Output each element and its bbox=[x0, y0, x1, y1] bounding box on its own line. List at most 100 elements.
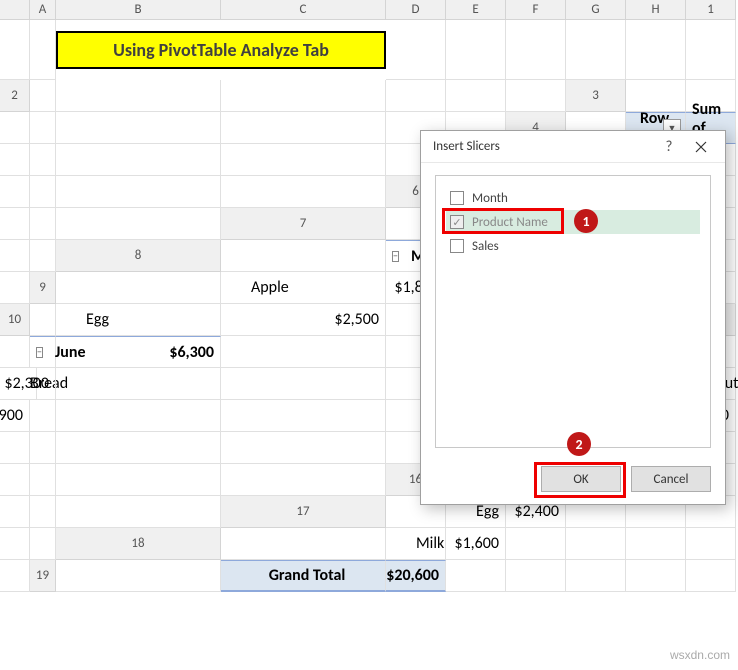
cell[interactable] bbox=[0, 496, 30, 528]
cell[interactable] bbox=[56, 80, 221, 112]
cell[interactable] bbox=[446, 20, 506, 80]
cell[interactable] bbox=[506, 80, 566, 112]
cell[interactable] bbox=[30, 112, 56, 144]
pivot-value[interactable]: $1,900 bbox=[0, 400, 30, 432]
pivot-item[interactable]: Egg bbox=[56, 304, 221, 336]
cell[interactable] bbox=[221, 336, 386, 368]
cell[interactable] bbox=[221, 368, 386, 400]
cell[interactable] bbox=[566, 20, 626, 80]
cell[interactable] bbox=[56, 560, 221, 592]
cell[interactable] bbox=[0, 112, 30, 144]
cell[interactable] bbox=[386, 20, 446, 80]
cell[interactable] bbox=[626, 528, 686, 560]
checkbox-icon[interactable] bbox=[450, 191, 464, 205]
col-header-A[interactable]: A bbox=[30, 0, 56, 20]
cell[interactable] bbox=[56, 272, 221, 304]
row-header[interactable]: 10 bbox=[0, 304, 30, 336]
cell[interactable] bbox=[56, 176, 221, 208]
slicer-option-sales[interactable]: Sales bbox=[446, 234, 700, 258]
corner-cell[interactable] bbox=[0, 0, 30, 20]
cell[interactable] bbox=[506, 560, 566, 592]
cell[interactable] bbox=[56, 112, 221, 144]
pivot-item[interactable]: Apple bbox=[221, 272, 386, 304]
cell[interactable] bbox=[221, 240, 386, 272]
row-header[interactable]: 18 bbox=[56, 528, 221, 560]
pivot-value[interactable]: $2,500 bbox=[221, 304, 386, 336]
cell[interactable] bbox=[56, 432, 221, 464]
cell[interactable] bbox=[221, 112, 386, 144]
cell[interactable] bbox=[0, 176, 30, 208]
row-header[interactable]: 19 bbox=[30, 560, 56, 592]
cell[interactable] bbox=[221, 400, 386, 432]
cell[interactable] bbox=[221, 528, 386, 560]
col-header-H[interactable]: H bbox=[626, 0, 686, 20]
pivot-item[interactable]: Milk bbox=[386, 528, 446, 560]
cell[interactable] bbox=[626, 560, 686, 592]
cell[interactable] bbox=[386, 80, 446, 112]
title-cell[interactable]: Using PivotTable Analyze Tab bbox=[56, 20, 386, 80]
cell[interactable] bbox=[30, 20, 56, 80]
cancel-button[interactable]: Cancel bbox=[631, 466, 711, 492]
collapse-icon[interactable]: − bbox=[392, 251, 399, 262]
cell[interactable] bbox=[0, 432, 30, 464]
cell[interactable] bbox=[56, 208, 221, 240]
col-header-F[interactable]: F bbox=[506, 0, 566, 20]
collapse-icon[interactable]: − bbox=[36, 347, 43, 358]
cell[interactable] bbox=[566, 560, 626, 592]
pivot-value[interactable]: $2,300 bbox=[30, 368, 56, 400]
cell[interactable] bbox=[686, 560, 736, 592]
row-header[interactable]: 17 bbox=[221, 496, 386, 528]
cell[interactable] bbox=[56, 464, 221, 496]
grand-total-label[interactable]: Grand Total bbox=[221, 560, 386, 592]
cell[interactable] bbox=[30, 240, 56, 272]
cell[interactable] bbox=[30, 304, 56, 336]
cell[interactable] bbox=[0, 144, 30, 176]
cell[interactable] bbox=[30, 144, 56, 176]
cell[interactable] bbox=[30, 400, 56, 432]
cell[interactable] bbox=[686, 528, 736, 560]
cell[interactable] bbox=[506, 20, 566, 80]
checkbox-icon[interactable]: ✓ bbox=[450, 215, 464, 229]
cell[interactable] bbox=[56, 144, 221, 176]
cell[interactable] bbox=[30, 464, 56, 496]
cell[interactable] bbox=[221, 464, 386, 496]
help-button[interactable]: ? bbox=[653, 133, 685, 161]
cell[interactable] bbox=[506, 528, 566, 560]
cell[interactable] bbox=[30, 80, 56, 112]
grand-total-value[interactable]: $20,600 bbox=[386, 560, 446, 592]
row-header[interactable]: 1 bbox=[686, 0, 736, 20]
pivot-value[interactable]: $1,600 bbox=[446, 528, 506, 560]
col-header-E[interactable]: E bbox=[446, 0, 506, 20]
cell[interactable] bbox=[56, 496, 221, 528]
col-header-B[interactable]: B bbox=[56, 0, 221, 20]
cell[interactable] bbox=[0, 528, 30, 560]
cell[interactable] bbox=[221, 80, 386, 112]
row-header[interactable]: 7 bbox=[221, 208, 386, 240]
col-header-D[interactable]: D bbox=[386, 0, 446, 20]
cell[interactable] bbox=[30, 528, 56, 560]
cell[interactable] bbox=[626, 80, 686, 112]
cell[interactable] bbox=[221, 176, 386, 208]
ok-button[interactable]: OK bbox=[541, 466, 621, 492]
cell[interactable] bbox=[0, 20, 30, 80]
pivot-group-june[interactable]: − June bbox=[30, 336, 56, 368]
cell[interactable] bbox=[0, 240, 30, 272]
cell[interactable] bbox=[0, 336, 30, 368]
cell[interactable] bbox=[221, 432, 386, 464]
row-header[interactable]: 9 bbox=[30, 272, 56, 304]
cell[interactable] bbox=[446, 560, 506, 592]
cell[interactable] bbox=[30, 496, 56, 528]
slicer-option-month[interactable]: Month bbox=[446, 186, 700, 210]
close-button[interactable] bbox=[685, 133, 717, 161]
cell[interactable] bbox=[0, 272, 30, 304]
pivot-group-total[interactable]: $6,300 bbox=[56, 336, 221, 368]
cell[interactable] bbox=[56, 400, 221, 432]
row-header[interactable]: 8 bbox=[56, 240, 221, 272]
cell[interactable] bbox=[626, 20, 686, 80]
slicer-option-product-name[interactable]: ✓ Product Name bbox=[446, 210, 700, 234]
checkbox-icon[interactable] bbox=[450, 239, 464, 253]
cell[interactable] bbox=[221, 144, 386, 176]
row-header[interactable]: 2 bbox=[0, 80, 30, 112]
cell[interactable] bbox=[0, 208, 30, 240]
col-header-G[interactable]: G bbox=[566, 0, 626, 20]
